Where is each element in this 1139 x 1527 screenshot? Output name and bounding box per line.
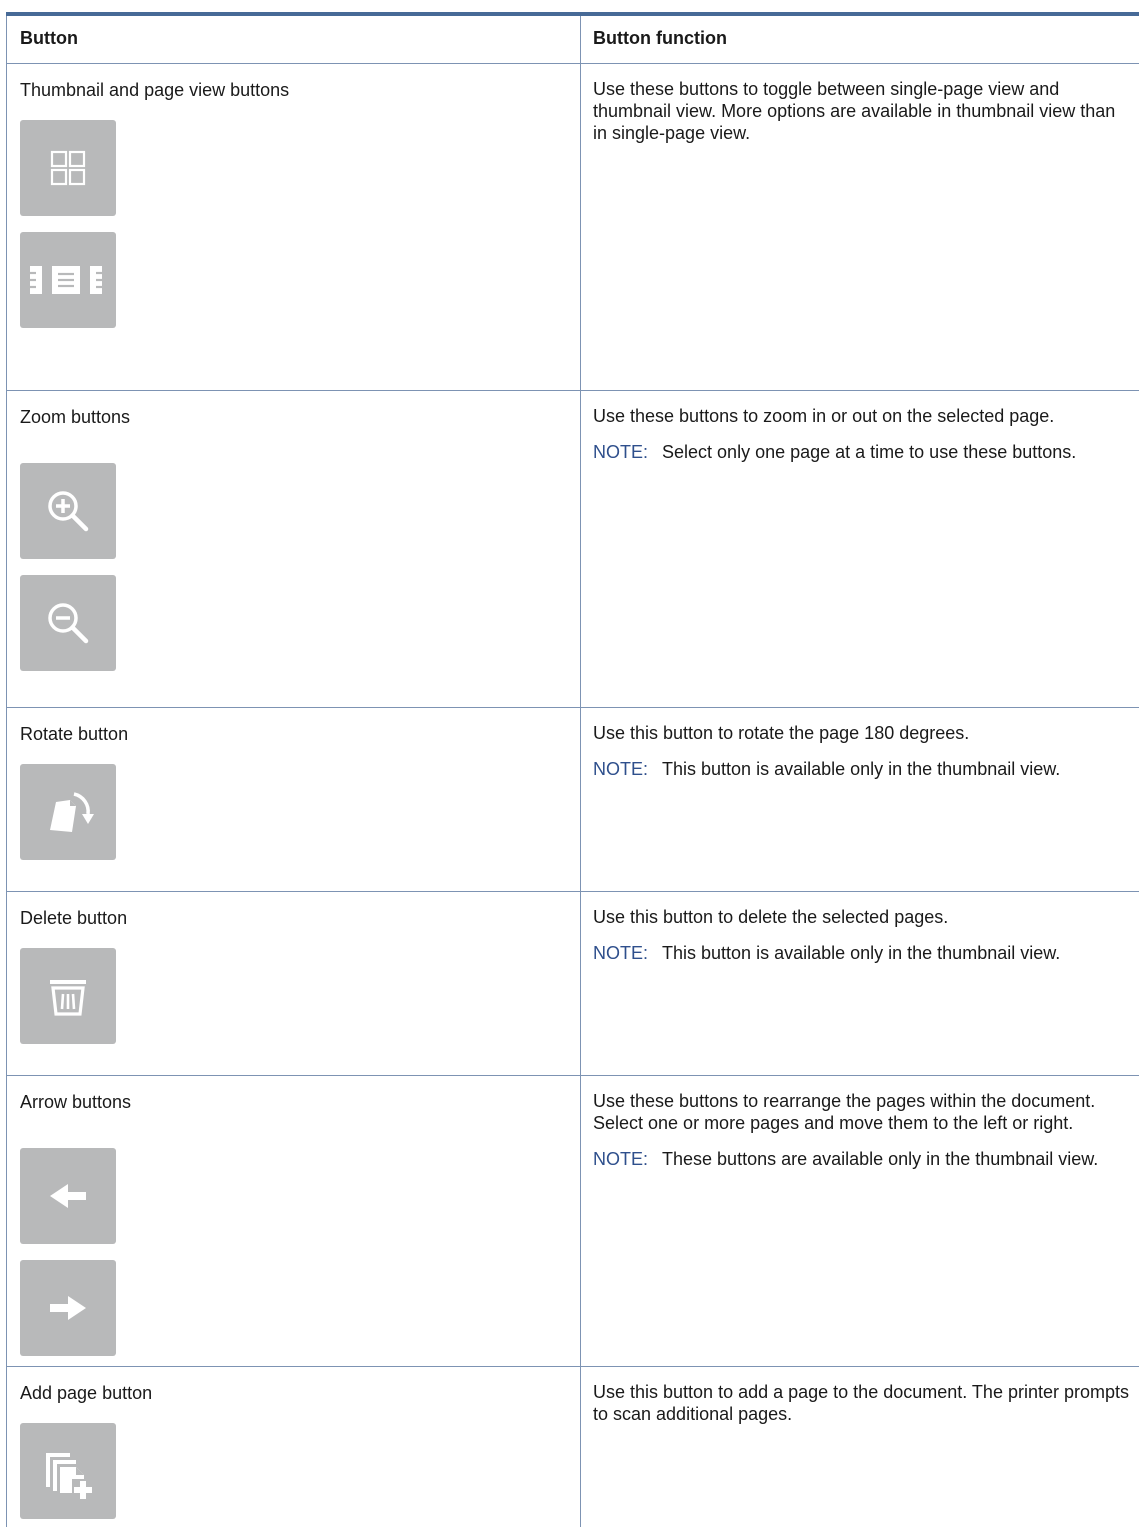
button-name: Rotate button [7,708,580,746]
button-cell: Zoom buttons [7,391,581,708]
header-button: Button [7,16,581,64]
function-cell: Use these buttons to toggle between sing… [581,64,1139,391]
table-row: Arrow buttons Use these buttons to rearr… [7,1076,1139,1367]
function-cell: Use this button to delete the selected p… [581,892,1139,1076]
page-view-button[interactable] [20,232,116,328]
add-page-icon [40,1443,96,1499]
table-row: Zoom buttons [7,391,1139,708]
table-row: Add page button Use [7,1367,1139,1527]
table-row: Thumbnail and page view buttons [7,64,1139,391]
arrow-left-icon [44,1172,92,1220]
function-cell: Use this button to add a page to the doc… [581,1367,1139,1527]
note-label: NOTE: [593,759,648,779]
document-page: Button Button function Thumbnail and pag… [0,0,1139,1501]
function-cell: Use this button to rotate the page 180 d… [581,708,1139,892]
button-name: Thumbnail and page view buttons [7,64,580,102]
note-label: NOTE: [593,943,648,963]
note-label: NOTE: [593,1149,648,1169]
header-button-label: Button [7,16,580,49]
note: NOTE: This button is available only in th… [581,928,1139,964]
note-text: This button is available only in the thu… [662,759,1060,779]
button-name: Arrow buttons [7,1076,580,1114]
note: NOTE: These buttons are available only in… [581,1134,1139,1170]
note-text: These buttons are available only in the … [662,1149,1098,1169]
arrow-right-icon [44,1284,92,1332]
table-row: Rotate button Use this button to rotate … [7,708,1139,892]
function-cell: Use these buttons to rearrange the pages… [581,1076,1139,1367]
function-description: Use these buttons to toggle between sing… [581,64,1139,144]
add-page-button[interactable] [20,1423,116,1519]
thumbnail-view-button[interactable] [20,120,116,216]
header-button-function-label: Button function [581,16,1139,49]
function-description: Use these buttons to zoom in or out on t… [581,391,1139,427]
zoom-in-button[interactable] [20,463,116,559]
thumbnail-view-icon [48,148,88,188]
zoom-out-button[interactable] [20,575,116,671]
button-cell: Delete button [7,892,581,1076]
table-row: Delete button Use this button to delete … [7,892,1139,1076]
move-right-button[interactable] [20,1260,116,1356]
button-cell: Rotate button [7,708,581,892]
header-button-function: Button function [581,16,1139,64]
function-cell: Use these buttons to zoom in or out on t… [581,391,1139,708]
function-description: Use these buttons to rearrange the pages… [581,1076,1139,1134]
button-cell: Arrow buttons [7,1076,581,1367]
page-view-icon [28,260,108,300]
button-name: Delete button [7,892,580,930]
button-name: Zoom buttons [7,391,580,429]
button-cell: Thumbnail and page view buttons [7,64,581,391]
button-name: Add page button [7,1367,580,1405]
note-text: Select only one page at a time to use th… [662,442,1076,462]
note: NOTE: This button is available only in th… [581,744,1139,780]
trash-icon [44,972,92,1020]
move-left-button[interactable] [20,1148,116,1244]
zoom-in-icon [44,487,92,535]
zoom-out-icon [44,599,92,647]
function-description: Use this button to rotate the page 180 d… [581,708,1139,744]
function-description: Use this button to delete the selected p… [581,892,1139,928]
button-cell: Add page button [7,1367,581,1527]
note-label: NOTE: [593,442,648,462]
delete-button[interactable] [20,948,116,1044]
function-description: Use this button to add a page to the doc… [581,1367,1139,1425]
note-text: This button is available only in the thu… [662,943,1060,963]
button-function-table: Button Button function Thumbnail and pag… [6,16,1139,1527]
note: NOTE: Select only one page at a time to u… [581,427,1139,463]
rotate-icon [40,784,96,840]
rotate-button[interactable] [20,764,116,860]
